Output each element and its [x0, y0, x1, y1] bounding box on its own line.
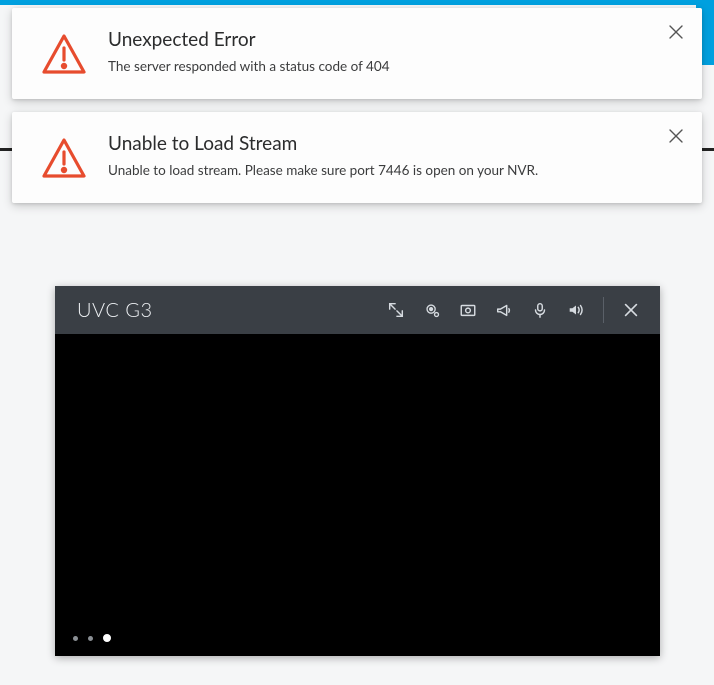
pagination-dots[interactable]	[73, 634, 111, 642]
alert-title: Unable to Load Stream	[108, 132, 652, 155]
settings-gear-icon[interactable]	[417, 295, 447, 325]
alert-message: Unable to load stream. Please make sure …	[108, 161, 652, 179]
alert-message: The server responded with a status code …	[108, 57, 652, 75]
warning-triangle-icon	[40, 134, 88, 182]
announce-megaphone-icon[interactable]	[489, 295, 519, 325]
camera-stream-player: UVC G3	[55, 286, 660, 656]
microphone-icon[interactable]	[525, 295, 555, 325]
stream-viewport[interactable]	[55, 334, 660, 656]
page-dot[interactable]	[88, 636, 93, 641]
page-dot[interactable]	[73, 636, 78, 641]
app-top-accent-bar	[0, 0, 714, 5]
page-dot-active[interactable]	[103, 634, 111, 642]
close-player-icon[interactable]	[616, 295, 646, 325]
toolbar-separator	[603, 297, 604, 323]
camera-name: UVC G3	[77, 298, 375, 322]
alert-unexpected-error: Unexpected Error The server responded wi…	[12, 8, 702, 99]
alert-title: Unexpected Error	[108, 28, 652, 51]
speaker-volume-icon[interactable]	[561, 295, 591, 325]
fullscreen-icon[interactable]	[381, 295, 411, 325]
alert-unable-to-load-stream: Unable to Load Stream Unable to load str…	[12, 112, 702, 203]
close-icon[interactable]	[666, 126, 686, 146]
warning-triangle-icon	[40, 30, 88, 78]
player-header: UVC G3	[55, 286, 660, 334]
snapshot-camera-icon[interactable]	[453, 295, 483, 325]
close-icon[interactable]	[666, 22, 686, 42]
